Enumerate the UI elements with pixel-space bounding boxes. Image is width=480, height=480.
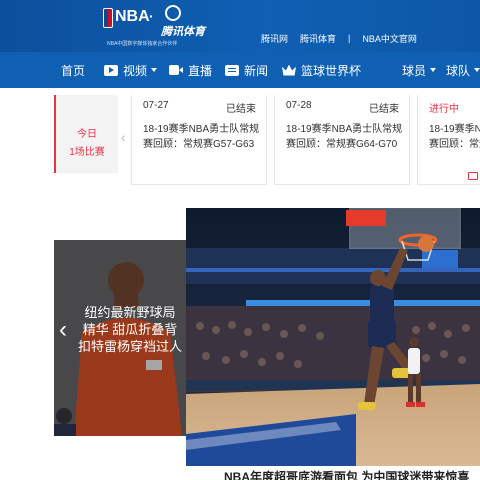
- nav-live[interactable]: 直播: [169, 62, 212, 78]
- nav-home-label: 首页: [61, 63, 86, 78]
- slide-title[interactable]: 纽约最新野球局 精华 甜瓜折叠背扣特雷杨穿裆过人: [78, 304, 182, 355]
- game-date: 07-27: [143, 100, 169, 111]
- nav-basketball-world-cup[interactable]: 篮球世界杯: [282, 62, 361, 78]
- game-title: 18-19赛季NBA勇士队常规 赛回顾：常规赛G64-G70: [286, 122, 411, 152]
- game-title-line: 赛回顾：常规赛G64-G70: [286, 139, 398, 150]
- chevron-down-icon: [151, 68, 158, 72]
- nba-logo-icon: [103, 8, 113, 28]
- nba-logo-text: NBA: [115, 8, 150, 25]
- game-title-line: 18-19赛季NBA勇士队常规: [143, 124, 260, 135]
- link-tencent[interactable]: 腾讯网: [261, 32, 288, 45]
- game-title-line: 18-19赛季NBA勇士队常规: [286, 124, 403, 135]
- link-nba-china[interactable]: NBA中文官网: [362, 32, 417, 45]
- video-icon: [468, 172, 478, 180]
- tencent-sports-logo-text: 腾讯体育: [161, 26, 205, 38]
- game-title: 18-19赛季NBA勇士队常规 赛回顾：常规赛G57-G63: [143, 122, 268, 152]
- today-game-count: 1场比赛: [69, 147, 105, 158]
- schedule-prev-arrow-icon[interactable]: ‹: [121, 129, 126, 145]
- carousel-prev-icon[interactable]: ‹: [59, 316, 67, 344]
- carousel-slide[interactable]: 纽约最新野球局 精华 甜瓜折叠背扣特雷杨穿裆过人 ‹: [54, 240, 186, 436]
- game-title-line: 赛回顾：常规: [429, 139, 480, 150]
- video-icon: [104, 64, 118, 76]
- nav-news[interactable]: 新闻: [225, 62, 268, 78]
- game-title: 18-19赛季NBA 赛回顾：常规: [429, 122, 480, 152]
- crown-icon: [282, 65, 296, 76]
- game-title-line: 赛回顾：常规赛G57-G63: [143, 139, 255, 150]
- tencent-sports-logo-icon: [165, 5, 181, 21]
- nav-live-label: 直播: [188, 63, 213, 78]
- page: NBA · 腾讯体育 NBA中国数字媒体独家合作伙伴 腾讯网 腾讯体育 | NB…: [0, 0, 480, 480]
- chevron-down-icon: [474, 68, 480, 72]
- main-nav: 首页 视频 直播 新闻 篮球世界杯 球员 球队: [0, 52, 480, 88]
- top-header: NBA · 腾讯体育 NBA中国数字媒体独家合作伙伴 腾讯网 腾讯体育 | NB…: [0, 0, 480, 52]
- game-card[interactable]: 07-27 已结束 18-19赛季NBA勇士队常规 赛回顾：常规赛G57-G63: [131, 95, 267, 185]
- nav-news-label: 新闻: [244, 63, 269, 78]
- game-date: 07-28: [286, 100, 312, 111]
- nav-world-cup-label: 篮球世界杯: [301, 63, 362, 78]
- nav-teams-label: 球队: [446, 63, 471, 78]
- live-icon: [169, 65, 183, 75]
- logo-separator: ·: [149, 8, 154, 24]
- nav-home[interactable]: 首页: [61, 62, 85, 78]
- link-separator: |: [348, 33, 351, 43]
- nav-players-label: 球员: [402, 63, 427, 78]
- top-links: 腾讯网 腾讯体育 | NBA中文官网: [261, 32, 417, 44]
- game-card[interactable]: 进行中 18-19赛季NBA 赛回顾：常规: [417, 95, 480, 185]
- link-tencent-sports[interactable]: 腾讯体育: [300, 32, 336, 45]
- nav-video[interactable]: 视频: [104, 62, 158, 78]
- game-status: 已结束: [226, 104, 256, 115]
- game-title-line: 18-19赛季NBA: [429, 124, 480, 135]
- nav-video-label: 视频: [123, 63, 148, 78]
- nav-teams[interactable]: 球队: [446, 62, 480, 78]
- game-status: 已结束: [369, 104, 399, 115]
- dunk-photo: [186, 208, 480, 466]
- feature-video-thumbnail[interactable]: [186, 208, 480, 466]
- partner-tagline: NBA中国数字媒体独家合作伙伴: [107, 41, 178, 47]
- game-status-live: 进行中: [429, 104, 459, 115]
- today-games-box[interactable]: 今日 1场比赛: [54, 95, 118, 173]
- nav-players[interactable]: 球员: [402, 62, 437, 78]
- site-logo[interactable]: NBA · 腾讯体育 NBA中国数字媒体独家合作伙伴: [103, 4, 223, 48]
- feature-headline[interactable]: NBA年度超哥底游看面包 为中国球迷带来惊喜: [224, 468, 480, 480]
- chevron-down-icon: [430, 68, 437, 72]
- schedule-strip: 今日 1场比赛 ‹ 07-27 已结束 18-19赛季NBA勇士队常规 赛回顾：…: [0, 88, 480, 198]
- today-label: 今日: [77, 129, 97, 140]
- news-icon: [225, 64, 239, 76]
- game-card[interactable]: 07-28 已结束 18-19赛季NBA勇士队常规 赛回顾：常规赛G64-G70: [274, 95, 410, 185]
